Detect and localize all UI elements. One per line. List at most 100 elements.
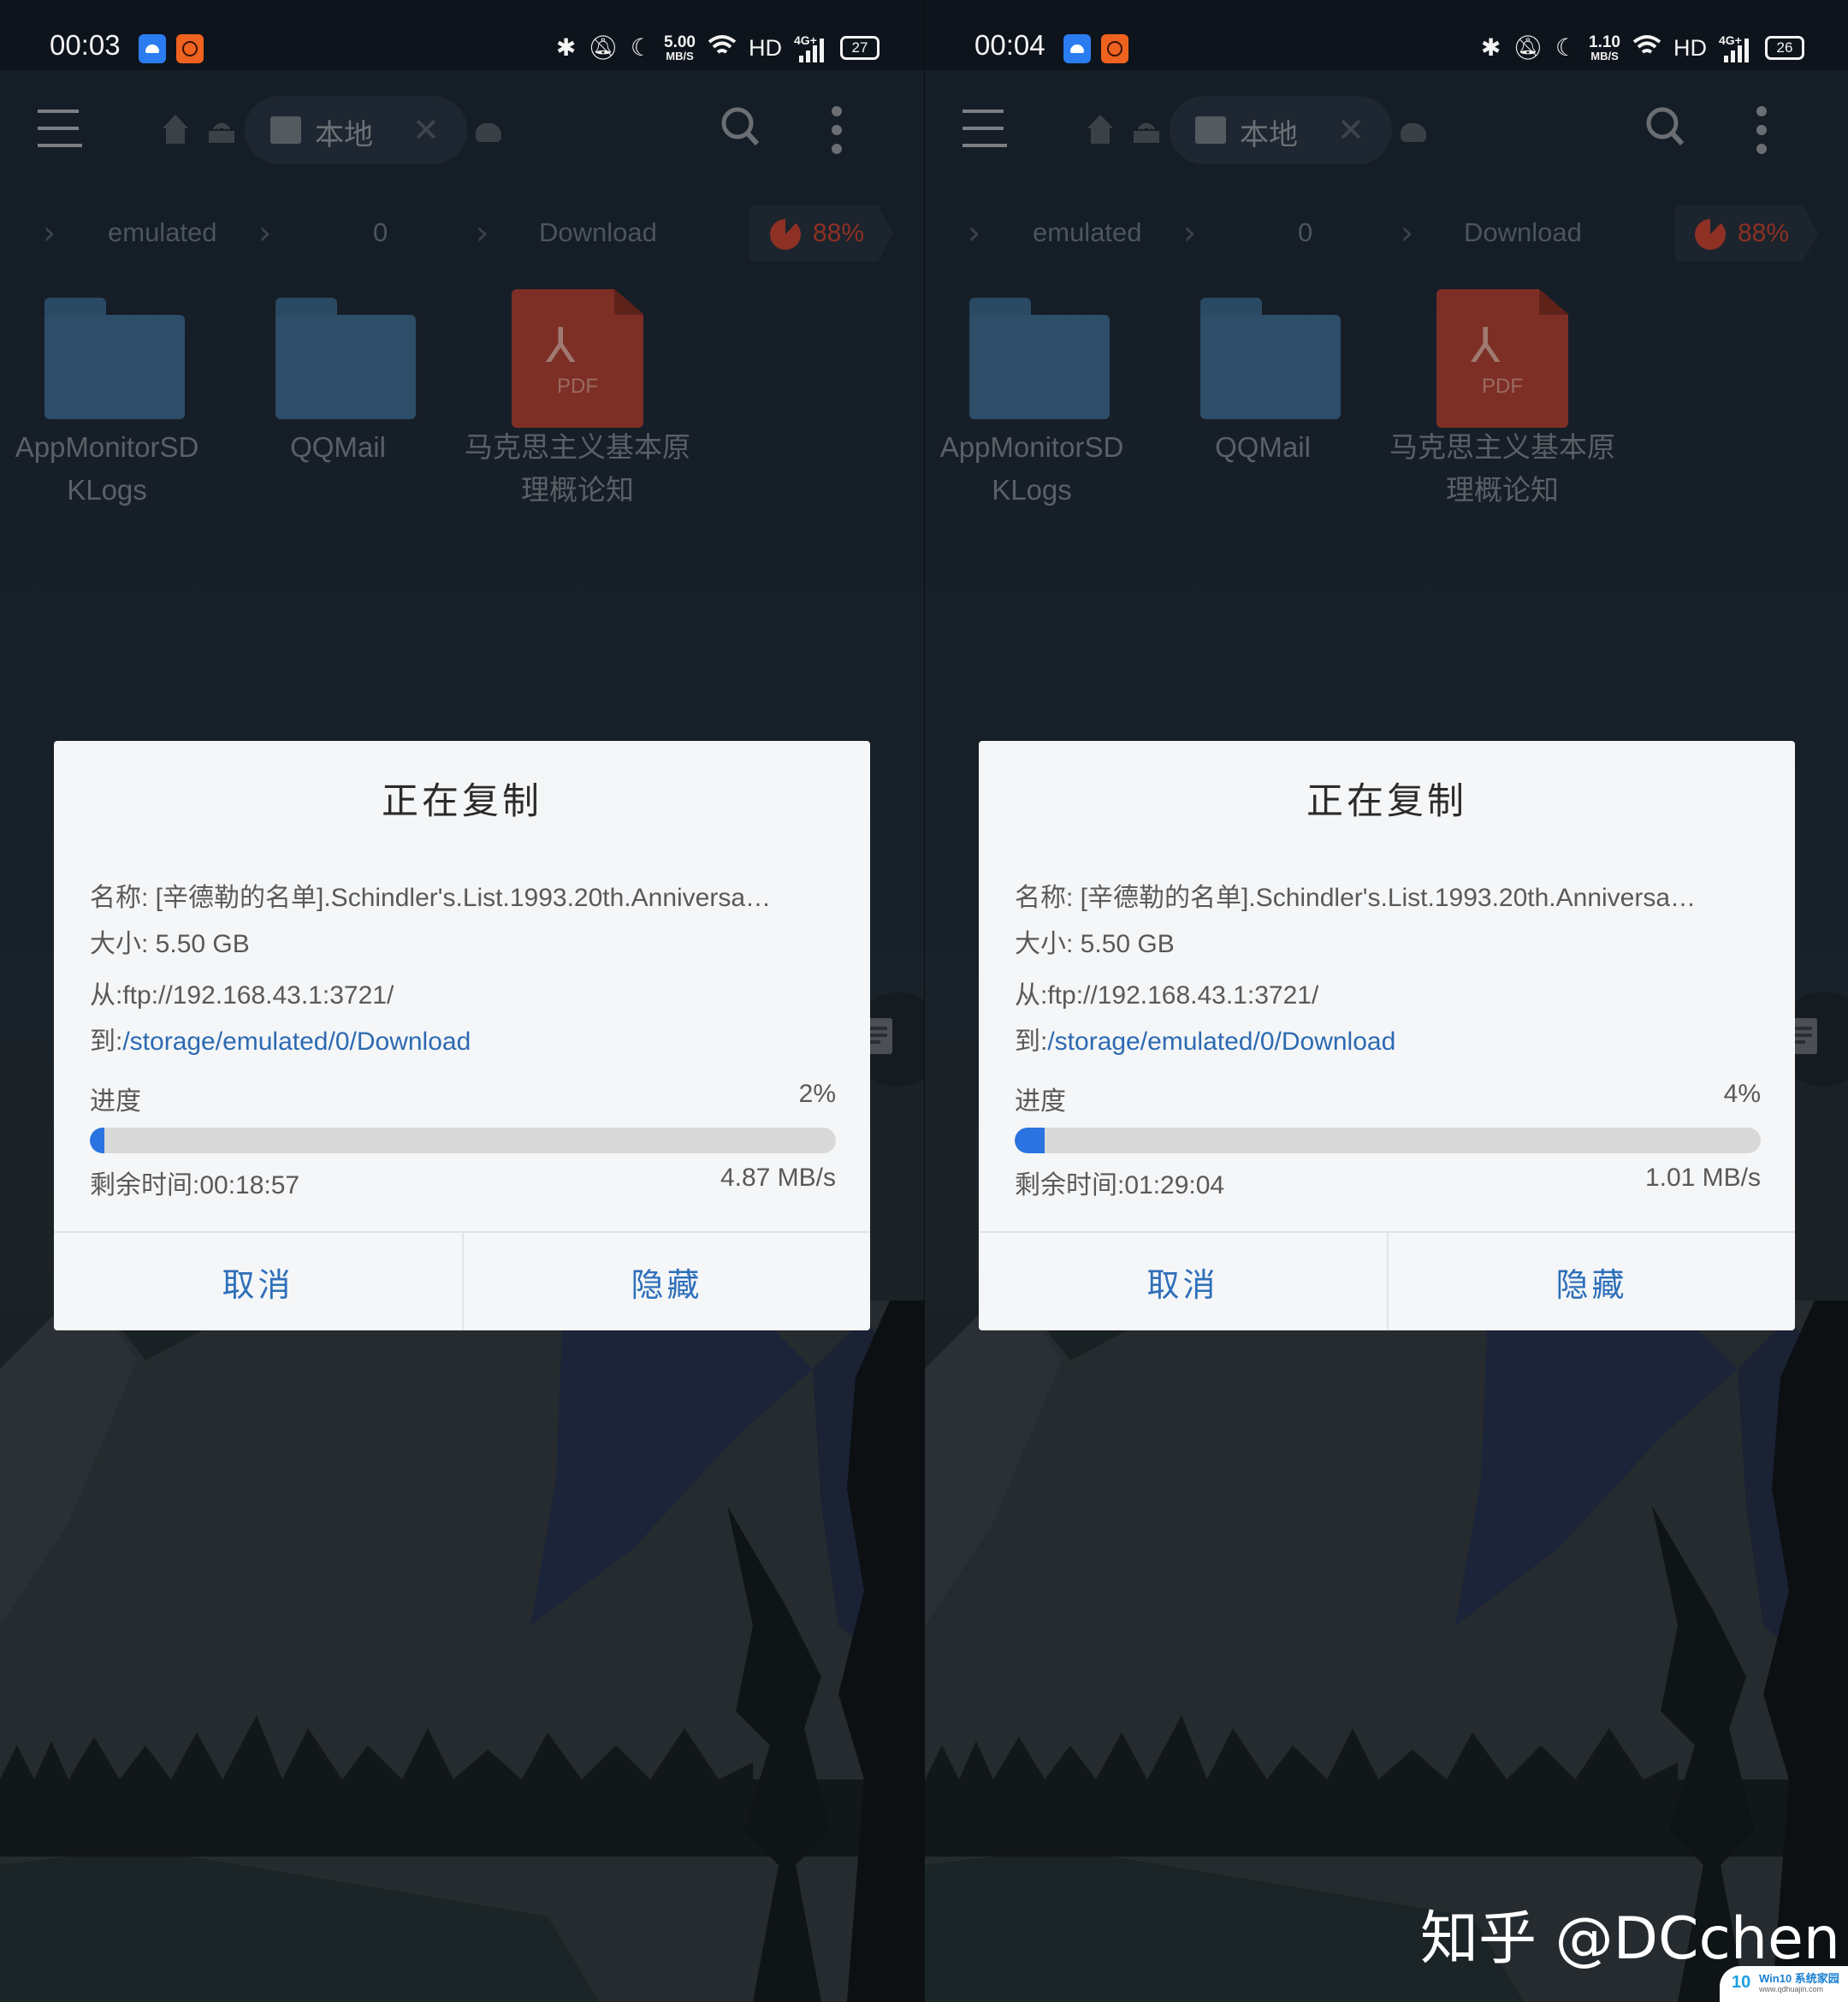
chevron-right-icon: › <box>258 214 272 252</box>
bluetooth-icon: ✱ <box>1480 34 1502 61</box>
folder-icon <box>1200 298 1341 419</box>
cancel-button[interactable]: 取消 <box>54 1233 462 1330</box>
file-name-value: [辛德勒的名单].Schindler's.List.1993.20th.Anni… <box>1073 884 1697 912</box>
pie-chart-icon <box>1695 219 1726 250</box>
pdf-file-icon: ⅄ PDF <box>1436 289 1568 428</box>
file-name-row: 名称: [辛德勒的名单].Schindler's.List.1993.20th.… <box>1015 884 1697 912</box>
tab-local-label: 本地 <box>1240 118 1298 152</box>
do-not-disturb-moon-icon: ☾ <box>630 34 653 61</box>
file-name: 马克思主义基本原理概论知 <box>465 431 690 506</box>
storage-usage-badge[interactable]: 88% <box>749 205 893 262</box>
chevron-right-icon: › <box>1183 214 1197 252</box>
breadcrumb-item[interactable]: 0 <box>373 217 388 248</box>
acrobat-logo-icon: ⅄ <box>1471 318 1501 374</box>
android-notification-icon <box>1063 34 1091 63</box>
file-name-row: 名称: [辛德勒的名单].Schindler's.List.1993.20th.… <box>90 884 772 912</box>
storage-usage-percent: 88% <box>1738 219 1790 247</box>
remaining-time-row: 剩余时间:00:18:57 <box>90 1171 300 1199</box>
cancel-button[interactable]: 取消 <box>979 1233 1387 1330</box>
breadcrumb: › emulated › 0 › Download 88% <box>0 190 924 275</box>
progress-bar-fill <box>90 1128 105 1153</box>
hd-voice-indicator: HD <box>749 34 782 61</box>
pie-chart-icon <box>770 219 801 250</box>
wallpaper-landscape <box>0 1266 924 2002</box>
file-item-folder[interactable]: QQMail <box>231 289 445 529</box>
file-item-folder[interactable]: AppMonitorSD KLogs <box>925 289 1139 529</box>
folder-icon <box>275 298 416 419</box>
network-storage-icon[interactable] <box>1134 117 1159 143</box>
battery-level: 26 <box>1765 36 1804 60</box>
file-item-pdf[interactable]: ⅄ PDF 马克思主义基本原理概论知 <box>465 289 690 529</box>
close-tab-icon[interactable]: ✕ <box>1337 114 1365 146</box>
breadcrumb-item[interactable]: Download <box>539 217 657 248</box>
cloud-icon[interactable] <box>1401 123 1426 142</box>
zhihu-watermark: 知乎 @DCchen <box>1420 1905 1840 1973</box>
progress-bar-fill <box>1015 1128 1045 1153</box>
source-path: ftp://192.168.43.1:3721/ <box>122 981 394 1010</box>
cellular-signal-icon: 4G+ <box>794 33 828 62</box>
remaining-time-row: 剩余时间:01:29:04 <box>1015 1171 1225 1199</box>
destination-row: 到:/storage/emulated/0/Download <box>1015 1028 1396 1056</box>
tab-local[interactable]: 本地 ✕ <box>1170 96 1392 164</box>
do-not-disturb-moon-icon: ☾ <box>1555 34 1578 61</box>
file-item-pdf[interactable]: ⅄ PDF 马克思主义基本原理概论知 <box>1389 289 1615 529</box>
folder-icon <box>969 298 1110 419</box>
chevron-right-icon: › <box>968 214 981 252</box>
status-time: 00:04 <box>974 29 1045 61</box>
status-time: 00:03 <box>50 29 121 61</box>
breadcrumb-item[interactable]: 0 <box>1298 217 1312 248</box>
destination-row: 到:/storage/emulated/0/Download <box>90 1028 471 1056</box>
tab-local[interactable]: 本地 ✕ <box>245 96 467 164</box>
hide-button[interactable]: 隐藏 <box>1389 1233 1795 1330</box>
screenshot-panel-right: 00:04 ✱ 🔕︎ ☾ 1.10 MB/S HD 4G+ 26 本地 ✕ › … <box>924 0 1848 2002</box>
acrobat-logo-icon: ⅄ <box>546 318 576 374</box>
more-options-icon[interactable] <box>1756 106 1767 154</box>
dialog-title: 正在复制 <box>382 781 542 822</box>
file-size-value: 5.50 GB <box>148 930 250 958</box>
file-name: AppMonitorSD KLogs <box>939 431 1124 506</box>
copy-progress-dialog: 正在复制 名称: [辛德勒的名单].Schindler's.List.1993.… <box>54 741 870 1330</box>
storage-usage-badge[interactable]: 88% <box>1674 205 1818 262</box>
destination-path-link[interactable]: /storage/emulated/0/Download <box>1047 1028 1395 1056</box>
status-bar: 00:04 ✱ 🔕︎ ☾ 1.10 MB/S HD 4G+ 26 <box>925 0 1848 70</box>
progress-percent: 4% <box>1723 1080 1761 1108</box>
more-options-icon[interactable] <box>832 106 842 154</box>
mute-bell-icon: 🔕︎ <box>588 34 619 61</box>
destination-path-link[interactable]: /storage/emulated/0/Download <box>122 1028 471 1056</box>
breadcrumb-item[interactable]: emulated <box>108 217 217 248</box>
remaining-time-value: 01:29:04 <box>1124 1171 1225 1199</box>
hide-button[interactable]: 隐藏 <box>464 1233 870 1330</box>
menu-icon[interactable] <box>38 110 82 151</box>
file-name: QQMail <box>1215 431 1311 463</box>
home-icon[interactable] <box>163 115 188 144</box>
search-icon[interactable] <box>1645 106 1685 145</box>
breadcrumb-item[interactable]: emulated <box>1033 217 1142 248</box>
network-storage-icon[interactable] <box>209 117 234 143</box>
file-size-value: 5.50 GB <box>1073 930 1175 958</box>
file-item-folder[interactable]: QQMail <box>1156 289 1370 529</box>
menu-icon[interactable] <box>962 110 1007 151</box>
home-icon[interactable] <box>1087 115 1113 144</box>
screenshot-panel-left: 00:03 ✱ 🔕︎ ☾ 5.00 MB/S HD 4G+ 27 本地 ✕ › … <box>0 0 924 2002</box>
status-bar: 00:03 ✱ 🔕︎ ☾ 5.00 MB/S HD 4G+ 27 <box>0 0 924 70</box>
search-icon[interactable] <box>720 106 760 145</box>
file-size-row: 大小: 5.50 GB <box>90 930 250 958</box>
sd-card-icon <box>270 116 301 144</box>
wifi-icon <box>708 33 737 63</box>
app-toolbar: 本地 ✕ <box>0 70 924 190</box>
copy-progress-dialog: 正在复制 名称: [辛德勒的名单].Schindler's.List.1993.… <box>979 741 1795 1330</box>
file-size-row: 大小: 5.50 GB <box>1015 930 1175 958</box>
close-tab-icon[interactable]: ✕ <box>412 114 440 146</box>
win10-logo-icon: 10 <box>1732 1973 1751 1992</box>
folder-icon <box>44 298 185 419</box>
cellular-signal-icon: 4G+ <box>1719 33 1753 62</box>
sd-card-icon <box>1195 116 1226 144</box>
transfer-speed: 1.01 MB/s <box>1644 1164 1761 1192</box>
progress-percent: 2% <box>798 1080 836 1108</box>
progress-bar <box>90 1128 836 1153</box>
remaining-time-value: 00:18:57 <box>199 1171 300 1199</box>
dialog-title: 正在复制 <box>1306 781 1467 822</box>
cloud-icon[interactable] <box>476 123 501 142</box>
file-item-folder[interactable]: AppMonitorSD KLogs <box>0 289 214 529</box>
breadcrumb-item[interactable]: Download <box>1464 217 1582 248</box>
